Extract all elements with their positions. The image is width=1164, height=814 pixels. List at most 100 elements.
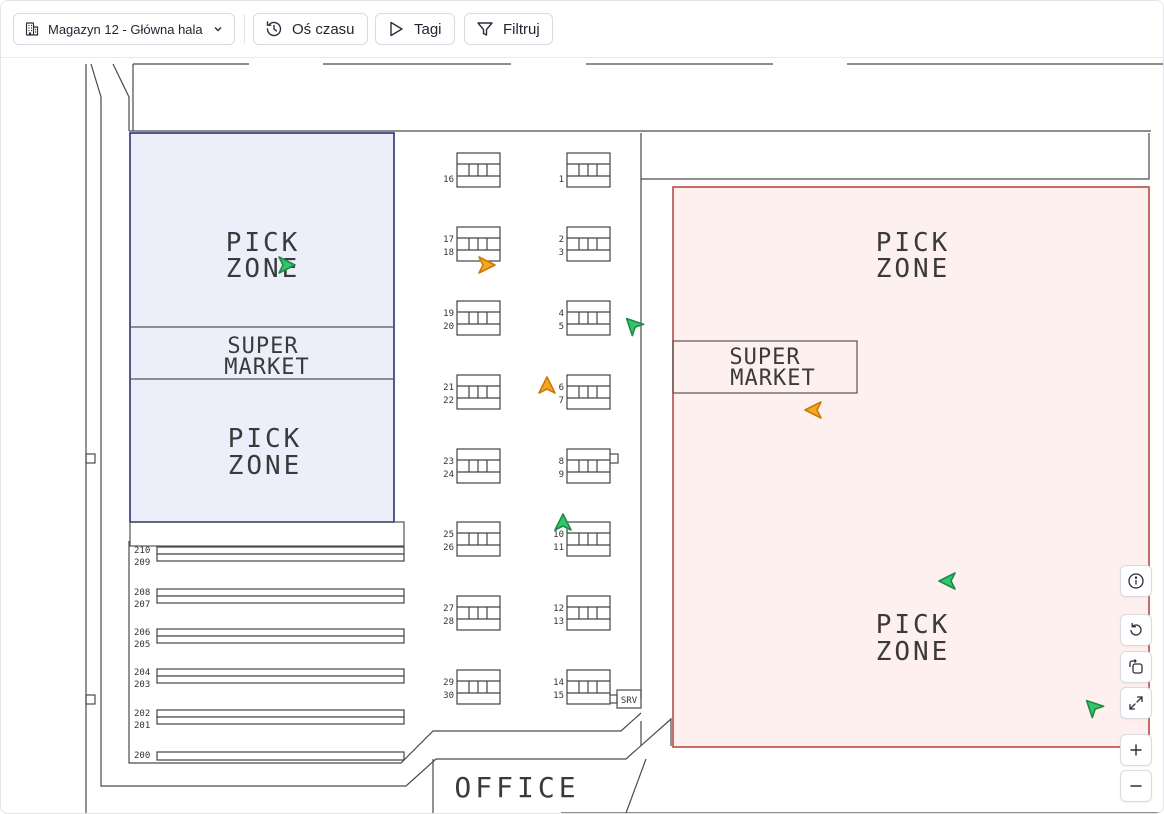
shelf-label: 207: [134, 600, 150, 610]
office-label: OFFICE: [454, 771, 579, 804]
right-rack-label: 7: [559, 396, 564, 406]
left-rack-8[interactable]: 2930: [443, 669, 501, 705]
left-rack-label: 22: [443, 396, 454, 406]
right-rack-4[interactable]: 67: [559, 374, 611, 410]
rack-area: 1617181920212223242526272829301234567891…: [443, 152, 611, 705]
left-rack-4[interactable]: 2122: [443, 374, 501, 410]
play-tag-icon: [390, 21, 403, 37]
toolbar: Magazyn 12 - Główna hala Oś czasu Tagi F…: [1, 1, 1163, 58]
history-icon: [266, 21, 282, 37]
timeline-button[interactable]: Oś czasu: [253, 13, 368, 45]
zoom-in-button[interactable]: [1120, 734, 1152, 766]
right-rack-label: 5: [559, 322, 564, 332]
shelf-row[interactable]: 210209: [134, 546, 405, 568]
left-zone-labels: PICK ZONE SUPER MARKET PICK ZONE: [224, 228, 309, 481]
zoom-out-button[interactable]: [1120, 770, 1152, 802]
right-pick-bottom-line2: ZONE: [876, 637, 951, 667]
left-rack-label: 27: [443, 604, 454, 614]
shelf-label: 202: [134, 709, 150, 719]
timeline-button-label: Oś czasu: [292, 20, 355, 38]
left-rack-label: 26: [443, 543, 454, 553]
right-rack-label: 3: [559, 248, 564, 258]
location-select-value: Magazyn 12 - Główna hala: [48, 21, 203, 37]
right-pick-bottom-line1: PICK: [876, 610, 951, 640]
right-rack-label: 2: [559, 235, 564, 245]
shelf-label: 208: [134, 588, 150, 598]
rotate-view-icon: [1129, 659, 1143, 674]
left-rack-label: 30: [443, 691, 454, 701]
right-rack-label: 10: [553, 530, 564, 540]
tags-button[interactable]: Tagi: [375, 13, 455, 45]
shelf-row[interactable]: 208207: [134, 588, 405, 610]
filter-icon: [477, 22, 493, 36]
tracked-asset-marker[interactable]: [621, 313, 645, 337]
left-rack-label: 29: [443, 678, 454, 688]
shelf-row[interactable]: 206205: [134, 628, 405, 650]
left-rack-2[interactable]: 1718: [443, 226, 501, 262]
right-rack-label: 15: [553, 691, 564, 701]
srv-label: SRV: [621, 696, 638, 706]
shelf-label: 205: [134, 640, 150, 650]
left-rack-label: 21: [443, 383, 454, 393]
right-rack-label: 14: [553, 678, 564, 688]
shelf-row[interactable]: 204203: [134, 668, 405, 690]
right-rack-8[interactable]: 1415: [553, 669, 611, 705]
right-rack-7[interactable]: 1213: [553, 595, 611, 631]
zoom-out-icon: [1130, 785, 1142, 787]
right-rack-1[interactable]: 1: [559, 152, 611, 188]
right-rack-3[interactable]: 45: [559, 300, 611, 336]
left-rack-label: 23: [443, 457, 454, 467]
shelf-row[interactable]: 200: [134, 751, 405, 761]
fullscreen-button[interactable]: [1120, 687, 1152, 719]
right-rack-label: 1: [559, 175, 564, 185]
shelf-label: 204: [134, 668, 150, 678]
reset-rotation-icon: [1130, 622, 1142, 636]
location-select[interactable]: Magazyn 12 - Główna hala: [13, 13, 235, 45]
filter-button[interactable]: Filtruj: [464, 13, 553, 45]
right-rack-label: 6: [559, 383, 564, 393]
chevron-down-icon: [214, 27, 222, 32]
tags-button-label: Tagi: [414, 20, 442, 38]
fullscreen-icon: [1129, 696, 1143, 710]
toolbar-divider: [244, 14, 245, 44]
reset-rotation-button[interactable]: [1120, 614, 1152, 646]
right-pick-top-line2: ZONE: [876, 254, 951, 284]
left-supermarket-line2: MARKET: [224, 355, 309, 380]
office: OFFICE: [454, 771, 579, 804]
shelf-label: 201: [134, 721, 150, 731]
left-rack-6[interactable]: 2526: [443, 521, 501, 557]
tracked-asset-marker[interactable]: [538, 376, 556, 394]
left-pick-bottom-line1: PICK: [228, 424, 303, 454]
left-rack-7[interactable]: 2728: [443, 595, 501, 631]
right-rack-label: 9: [559, 470, 564, 480]
left-rack-1[interactable]: 16: [443, 152, 501, 188]
right-rack-2[interactable]: 23: [559, 226, 611, 262]
right-rack-5[interactable]: 89: [559, 448, 611, 484]
left-rack-label: 18: [443, 248, 454, 258]
shelf-area: 210209208207206205204203202201200: [134, 546, 405, 761]
info-button[interactable]: [1120, 565, 1152, 597]
warehouse-map[interactable]: SRV PICK ZONE SUPER MARKET PICK ZONE PIC…: [1, 58, 1163, 813]
filter-button-label: Filtruj: [503, 20, 540, 38]
left-pick-bottom-line2: ZONE: [228, 451, 303, 481]
left-rack-3[interactable]: 1920: [443, 300, 501, 336]
left-rack-label: 19: [443, 309, 454, 319]
right-rack-label: 13: [553, 617, 564, 627]
left-rack-label: 17: [443, 235, 454, 245]
left-pick-top-line2: ZONE: [226, 254, 301, 284]
left-rack-label: 16: [443, 175, 454, 185]
rotate-view-button[interactable]: [1120, 651, 1152, 683]
shelf-label: 203: [134, 680, 150, 690]
shelf-row[interactable]: 202201: [134, 709, 405, 731]
zoom-in-icon: [1130, 744, 1142, 756]
app-frame: Magazyn 12 - Główna hala Oś czasu Tagi F…: [0, 0, 1164, 814]
shelf-label: 200: [134, 751, 150, 761]
shelf-label: 206: [134, 628, 150, 638]
shelf-label: 210: [134, 546, 150, 556]
left-rack-5[interactable]: 2324: [443, 448, 501, 484]
right-rack-label: 11: [553, 543, 564, 553]
right-supermarket-line2: MARKET: [730, 366, 815, 391]
building-icon: [25, 22, 39, 36]
left-rack-label: 24: [443, 470, 454, 480]
left-rack-label: 25: [443, 530, 454, 540]
